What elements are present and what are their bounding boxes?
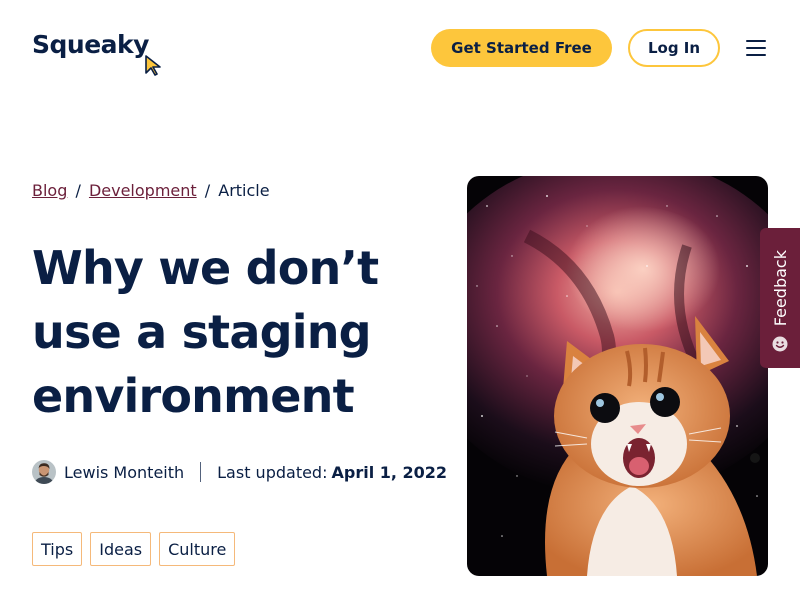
breadcrumb-separator: / bbox=[204, 181, 211, 200]
smiley-icon bbox=[772, 336, 788, 352]
article-title: Why we don’t use a staging environment bbox=[32, 241, 379, 423]
breadcrumb-separator: / bbox=[75, 181, 81, 200]
login-button[interactable]: Log In bbox=[628, 29, 720, 67]
tag-list: Tips Ideas Culture bbox=[32, 532, 236, 566]
author-avatar bbox=[32, 460, 56, 484]
logo-text: Squeaky bbox=[32, 30, 149, 59]
menu-bar bbox=[746, 54, 766, 56]
site-header: Squeaky Get Started Free Log In bbox=[0, 0, 800, 100]
feedback-label: Feedback bbox=[770, 249, 790, 326]
tag-ideas[interactable]: Ideas bbox=[90, 532, 152, 566]
article-meta: Lewis Monteith Last updated: April 1, 20… bbox=[32, 460, 447, 484]
get-started-button[interactable]: Get Started Free bbox=[431, 29, 612, 67]
hamburger-icon[interactable] bbox=[746, 38, 766, 56]
feedback-tab[interactable]: Feedback bbox=[760, 228, 800, 368]
logo-link[interactable]: Squeaky bbox=[32, 30, 161, 76]
updated-date: April 1, 2022 bbox=[331, 462, 448, 482]
hero-image bbox=[467, 176, 768, 576]
tag-tips[interactable]: Tips bbox=[32, 532, 83, 566]
menu-bar bbox=[746, 47, 766, 49]
tag-culture[interactable]: Culture bbox=[159, 532, 236, 566]
breadcrumb-current: Article bbox=[218, 181, 270, 200]
author-name: Lewis Monteith bbox=[64, 462, 185, 482]
meta-divider bbox=[200, 462, 202, 482]
breadcrumb-link-blog[interactable]: Blog bbox=[32, 181, 67, 200]
updated-label: Last updated: bbox=[217, 462, 328, 482]
menu-bar bbox=[746, 40, 766, 42]
cursor-icon bbox=[145, 55, 161, 76]
breadcrumb-link-development[interactable]: Development bbox=[89, 181, 197, 200]
breadcrumb: Blog / Development / Article bbox=[32, 181, 270, 200]
